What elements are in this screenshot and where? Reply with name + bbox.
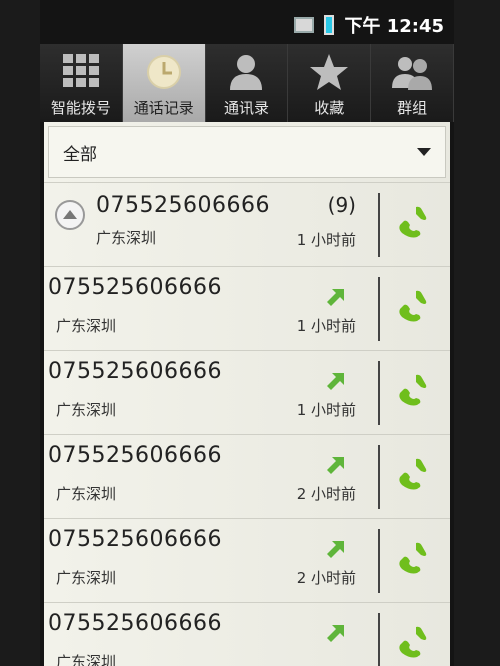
- phone-call-icon[interactable]: [394, 623, 430, 659]
- outgoing-call-icon: [327, 541, 344, 558]
- outgoing-call-icon: [327, 457, 344, 474]
- phone-call-icon[interactable]: [394, 539, 430, 575]
- row-divider: [378, 277, 380, 341]
- outgoing-call-icon: [327, 289, 344, 306]
- keypad-icon: [62, 54, 99, 87]
- row-divider: [378, 613, 380, 666]
- row-divider: [378, 193, 380, 257]
- phone-number: 075525606666: [96, 193, 270, 218]
- phone-call-icon[interactable]: [394, 371, 430, 407]
- call-log-row[interactable]: 075525606666 广东深圳 1 小时前: [44, 350, 450, 434]
- chevron-down-icon: [417, 148, 431, 156]
- call-log-row[interactable]: 075525606666 广东深圳 2 小时前: [44, 434, 450, 518]
- call-time: 2 小时前: [296, 569, 356, 587]
- call-log-row[interactable]: 075525606666 广东深圳 2 小时前: [44, 518, 450, 602]
- call-log-content: 全部 075525606666 广东深圳 (9) 1 小时前 075525606…: [44, 122, 450, 666]
- row-divider: [378, 445, 380, 509]
- battery-icon: [324, 15, 335, 35]
- phone-number: 075525606666: [48, 611, 222, 636]
- phone-number: 075525606666: [48, 275, 222, 300]
- outgoing-call-icon: [327, 373, 344, 390]
- phone-number: 075525606666: [48, 443, 222, 468]
- call-count: (9): [327, 193, 356, 217]
- clock-icon: [146, 55, 181, 89]
- filter-dropdown[interactable]: 全部: [48, 126, 446, 178]
- filter-label: 全部: [63, 144, 97, 165]
- location: 广东深圳: [56, 569, 117, 587]
- row-divider: [378, 529, 380, 593]
- location: 广东深圳: [56, 653, 117, 666]
- tab-label: 智能拨号: [50, 99, 111, 117]
- location: 广东深圳: [96, 229, 157, 247]
- tab-contacts[interactable]: 通讯录: [206, 44, 289, 122]
- tab-label: 通话记录: [133, 99, 194, 117]
- tab-label: 通讯录: [223, 99, 269, 117]
- call-time: 1 小时前: [296, 401, 356, 419]
- call-log-row[interactable]: 075525606666 广东深圳 (9) 1 小时前: [44, 182, 450, 266]
- sim-icon: [294, 17, 315, 33]
- tab-groups[interactable]: 群组: [371, 44, 454, 122]
- call-time: 1 小时前: [296, 231, 356, 249]
- call-time: 1 小时前: [296, 317, 356, 335]
- phone-call-icon[interactable]: [394, 455, 430, 491]
- tab-call-log[interactable]: 通话记录: [122, 44, 206, 122]
- person-icon: [230, 55, 263, 90]
- phone-number: 075525606666: [48, 359, 222, 384]
- tab-bar: 智能拨号 通话记录 通讯录 收藏 群组: [40, 44, 454, 122]
- status-bar: 下午 12:45: [40, 0, 454, 44]
- tab-dialer[interactable]: 智能拨号: [40, 44, 123, 122]
- status-right: 下午 12:45: [294, 12, 444, 38]
- call-log-row[interactable]: 075525606666 广东深圳: [44, 602, 450, 666]
- outgoing-call-icon: [327, 625, 344, 642]
- expand-icon[interactable]: [54, 199, 86, 231]
- tab-label: 收藏: [314, 99, 345, 117]
- status-time: 下午 12:45: [344, 16, 444, 37]
- call-time: 2 小时前: [296, 485, 356, 503]
- location: 广东深圳: [56, 485, 117, 503]
- phone-call-icon[interactable]: [394, 287, 430, 323]
- star-icon: [310, 54, 349, 90]
- location: 广东深圳: [56, 317, 117, 335]
- phone-number: 075525606666: [48, 527, 222, 552]
- group-icon: [392, 57, 433, 90]
- tab-label: 群组: [397, 99, 428, 117]
- tab-favorites[interactable]: 收藏: [288, 44, 372, 122]
- location: 广东深圳: [56, 401, 117, 419]
- phone-call-icon[interactable]: [394, 203, 430, 239]
- phone-screen: 下午 12:45 智能拨号 通话记录 通讯录 收藏 群组 全部 07552560…: [40, 0, 454, 666]
- row-divider: [378, 361, 380, 425]
- call-log-row[interactable]: 075525606666 广东深圳 1 小时前: [44, 266, 450, 350]
